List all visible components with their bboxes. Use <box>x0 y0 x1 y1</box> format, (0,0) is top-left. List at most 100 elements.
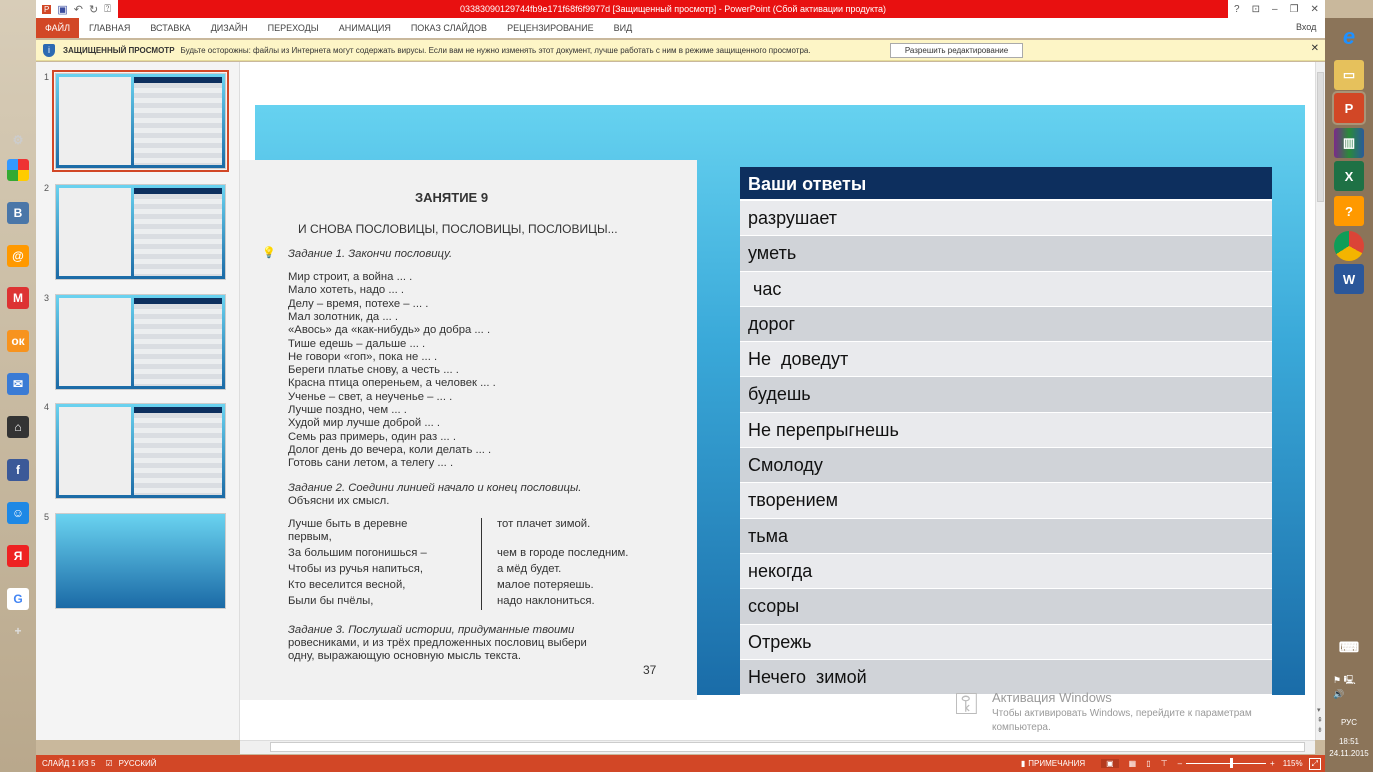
tab-insert[interactable]: ВСТАВКА <box>140 18 200 38</box>
winrar-icon[interactable]: ▥ <box>1334 128 1364 158</box>
close-button[interactable]: ✕ <box>1311 4 1319 15</box>
close-bar-icon[interactable]: ✕ <box>1311 43 1319 54</box>
gmail-icon[interactable]: M <box>7 287 29 309</box>
notes-button[interactable]: ПРИМЕЧАНИЯ <box>1028 759 1085 768</box>
protected-view-bar: i ЗАЩИЩЕННЫЙ ПРОСМОТР Будьте осторожны: … <box>36 40 1325 61</box>
desktop-sidebar: ⚙ В @ M ок ✉ ⌂ f ☺ Я G + <box>0 0 36 772</box>
help-button[interactable]: ? <box>1234 4 1240 15</box>
internet-explorer-icon[interactable]: e <box>1334 22 1364 52</box>
fit-to-window-icon[interactable]: ⤢ <box>1308 757 1321 770</box>
google-icon[interactable]: G <box>7 588 29 610</box>
tab-home[interactable]: ГЛАВНАЯ <box>79 18 140 38</box>
clock-time[interactable]: 18:51 <box>1325 737 1373 746</box>
horizontal-scrollbar[interactable] <box>240 740 1315 754</box>
yandex-icon[interactable]: Я <box>7 545 29 567</box>
thumbnail-number: 2 <box>44 183 50 193</box>
window-title: 03383090129744fb9e171f68f6f9977d [Защище… <box>118 0 1228 18</box>
tab-view[interactable]: ВИД <box>604 18 643 38</box>
reading-view-icon[interactable]: ▯ <box>1146 759 1150 768</box>
answer-row: Не перепрыгнешь <box>740 412 1272 449</box>
browser-icon[interactable] <box>7 159 29 181</box>
minimize-button[interactable]: – <box>1272 4 1278 15</box>
zoom-in-button[interactable]: + <box>1270 759 1275 768</box>
keyboard-icon[interactable]: ⌨ <box>1334 632 1364 662</box>
status-bar: СЛАЙД 1 ИЗ 5 ☑ РУССКИЙ ▮ ПРИМЕЧАНИЯ ▣ ▦ … <box>36 755 1325 772</box>
answers-table[interactable]: Ваши ответы разрушает уметь час дорог Не до… <box>740 167 1272 696</box>
answer-row: час <box>740 271 1272 307</box>
thumbnail-number: 3 <box>44 293 50 303</box>
slide-thumbnail-3[interactable] <box>55 294 226 390</box>
tab-review[interactable]: РЕЦЕНЗИРОВАНИЕ <box>497 18 604 38</box>
slide-thumbnails-pane: 1 2 3 4 5 <box>36 62 240 740</box>
tab-transitions[interactable]: ПЕРЕХОДЫ <box>258 18 329 38</box>
file-explorer-icon[interactable]: ▭ <box>1334 60 1364 90</box>
sign-in-link[interactable]: Вход <box>1296 22 1316 32</box>
redo-icon[interactable]: ↻ <box>89 3 98 16</box>
excel-icon[interactable]: X <box>1334 161 1364 191</box>
undo-icon[interactable]: ↶ <box>74 3 83 16</box>
spellcheck-icon[interactable]: ☑ <box>105 759 112 768</box>
slide-thumbnail-1[interactable] <box>52 70 229 172</box>
settings-icon[interactable]: ⚙ <box>7 129 29 151</box>
ribbon-display-icon[interactable]: ⊡ <box>1252 4 1260 15</box>
slide-thumbnail-4[interactable] <box>55 403 226 499</box>
answers-rows: разрушает уметь час дорог Не доведут будешь Н… <box>740 201 1272 696</box>
task-3: Задание 3. Послушай истории, придуманные… <box>288 624 575 636</box>
answer-row: Не доведут <box>740 342 1272 378</box>
slide-sorter-icon[interactable]: ▦ <box>1129 759 1137 768</box>
add-icon[interactable]: + <box>7 620 29 642</box>
mail-icon[interactable]: ✉ <box>7 373 29 395</box>
clock-date[interactable]: 24.11.2015 <box>1325 749 1373 758</box>
proverb-item: Долог день до вечера, коли делать ... . <box>288 443 492 456</box>
proverb-item: Ученье – свет, а неученье – ... . <box>288 390 453 403</box>
help-app-icon[interactable]: ? <box>1334 196 1364 226</box>
proverb-item: Готовь сани летом, а телегу ... . <box>288 457 454 470</box>
slide-thumbnail-2[interactable] <box>55 184 226 280</box>
thumbnail-number: 1 <box>44 72 50 82</box>
save-icon[interactable]: ▣ <box>57 3 67 16</box>
task-3: одну, выражающую основную мысль текста. <box>288 650 521 662</box>
scroll-thumb[interactable] <box>1317 72 1324 202</box>
language-indicator[interactable]: РУССКИЙ <box>119 759 157 768</box>
vk-icon[interactable]: В <box>7 202 29 224</box>
zoom-slider-thumb[interactable] <box>1230 758 1234 768</box>
zoom-level[interactable]: 115% <box>1283 759 1303 768</box>
scroll-thumb[interactable] <box>270 742 1305 752</box>
odnoklassniki-icon[interactable]: ок <box>7 330 29 352</box>
answer-row: уметь <box>740 236 1272 272</box>
inbox-icon[interactable]: ⌂ <box>7 416 29 438</box>
tray-icons[interactable]: ⚑ 🖳 🔊 <box>1333 673 1356 700</box>
tab-animations[interactable]: АНИМАЦИЯ <box>329 18 401 38</box>
tab-slideshow[interactable]: ПОКАЗ СЛАЙДОВ <box>401 18 497 38</box>
enable-editing-button[interactable]: Разрешить редактирование <box>890 43 1023 58</box>
answer-row: будешь <box>740 377 1272 413</box>
restore-button[interactable]: ❐ <box>1290 4 1299 15</box>
task-1: Задание 1. Закончи пословицу. <box>288 248 453 260</box>
word-icon[interactable]: W <box>1334 264 1364 294</box>
zoom-slider[interactable] <box>1186 758 1267 768</box>
chrome-icon[interactable] <box>1334 231 1364 261</box>
left-part: Были бы пчёлы, <box>288 595 374 607</box>
ribbon-tabs: ФАЙЛ ГЛАВНАЯ ВСТАВКА ДИЗАЙН ПЕРЕХОДЫ АНИ… <box>36 18 1325 38</box>
mail-ru-icon[interactable]: @ <box>7 245 29 267</box>
normal-view-icon[interactable]: ▣ <box>1101 759 1119 768</box>
tab-file[interactable]: ФАЙЛ <box>36 18 80 38</box>
left-part: За большим погонишься – <box>288 547 427 559</box>
slideshow-view-icon[interactable]: ⊤ <box>1161 759 1168 768</box>
divider-line <box>481 518 482 610</box>
slideshow-icon[interactable]: ⍰ <box>104 3 111 16</box>
thumbnail-number: 4 <box>44 402 50 412</box>
vertical-scrollbar[interactable]: ▾ ⇞ ⇟ <box>1315 62 1325 740</box>
slide-thumbnail-5[interactable] <box>55 513 226 609</box>
proverb-item: Семь раз примерь, один раз ... . <box>288 430 456 443</box>
zoom-out-button[interactable]: – <box>1178 759 1182 768</box>
facebook-icon[interactable]: f <box>7 459 29 481</box>
input-language[interactable]: РУС <box>1325 718 1373 727</box>
proverb-item: Не говори «гоп», пока не ... . <box>288 350 438 363</box>
prev-next-slide-buttons[interactable]: ▾ ⇞ ⇟ <box>1317 706 1323 736</box>
powerpoint-taskbar-icon[interactable]: P <box>1332 91 1366 125</box>
moi-mir-icon[interactable]: ☺ <box>7 502 29 524</box>
answer-row: ссоры <box>740 589 1272 625</box>
tab-design[interactable]: ДИЗАЙН <box>201 18 258 38</box>
left-part: Кто веселится весной, <box>288 579 406 591</box>
